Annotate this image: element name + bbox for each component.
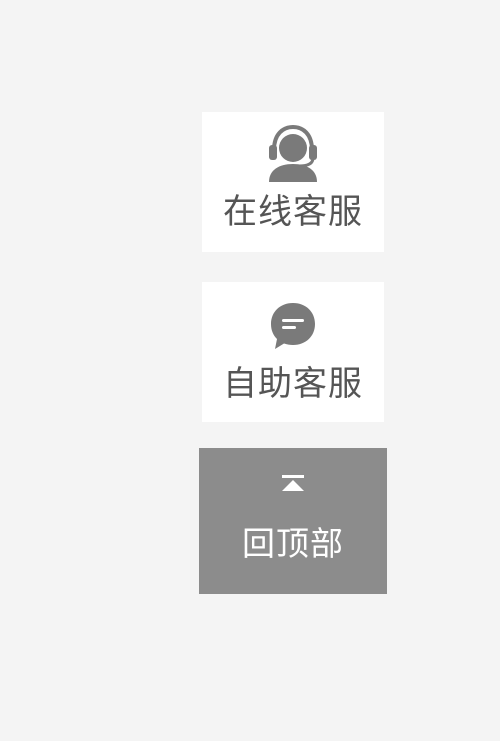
- online-service-button[interactable]: 在线客服: [202, 112, 384, 252]
- self-service-label: 自助客服: [223, 364, 363, 404]
- back-to-top-label: 回顶部: [242, 524, 344, 563]
- self-service-button[interactable]: 自助客服: [202, 282, 384, 422]
- arrow-to-top-icon: [278, 474, 308, 494]
- online-service-label: 在线客服: [223, 192, 363, 232]
- chat-bubble-icon: [265, 296, 321, 354]
- back-to-top-button[interactable]: 回顶部: [199, 448, 387, 594]
- headset-agent-icon: [263, 124, 323, 182]
